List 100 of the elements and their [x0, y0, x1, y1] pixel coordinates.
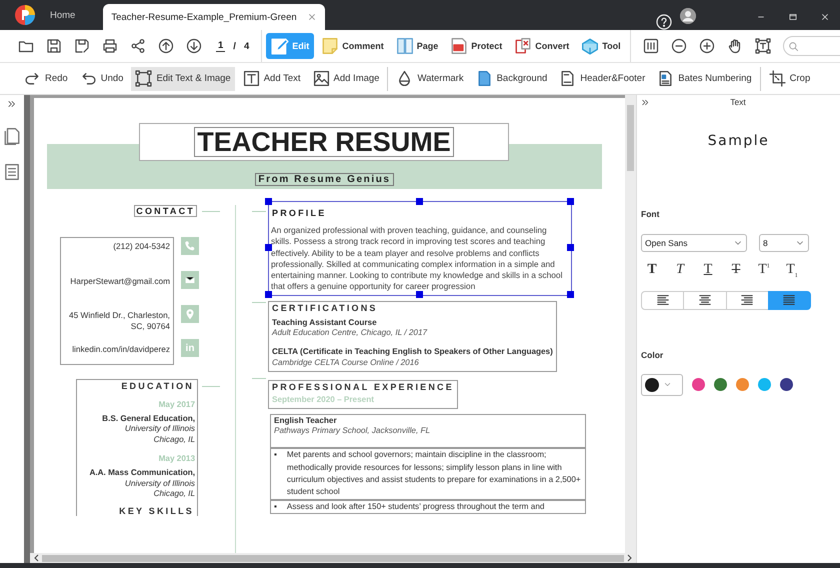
user-avatar[interactable]: [680, 8, 696, 24]
section-heading[interactable]: PROFILE: [271, 208, 328, 218]
font-size-dropdown[interactable]: 8: [759, 234, 809, 252]
document-tab[interactable]: Home: [42, 2, 84, 28]
document-tab[interactable]: Teacher-Resume-Example_Premium-Green: [103, 4, 325, 30]
section-heading[interactable]: CERTIFICATIONS: [272, 302, 378, 313]
resize-handle[interactable]: [567, 198, 574, 205]
align-button[interactable]: [683, 290, 726, 310]
certificate-detail[interactable]: Adult Education Centre, Chicago, IL / 2017: [272, 328, 553, 340]
toolbar-button[interactable]: Watermark: [392, 66, 468, 90]
zoom-in-icon[interactable]: [698, 38, 715, 54]
columns-icon[interactable]: [642, 38, 659, 54]
degree-text[interactable]: B.S. General Education,: [102, 414, 195, 424]
section-heading[interactable]: CONTACT: [134, 205, 197, 217]
text-style-button[interactable]: T: [729, 262, 743, 279]
job-bullet[interactable]: ▪ Assess and look after 150+ students’ progress throughout the term and: [270, 500, 586, 514]
contact-text[interactable]: 45 Winfield Dr., Charleston, SC, 90764: [69, 310, 170, 331]
color-swatch[interactable]: [714, 378, 727, 392]
font-preview: Sample: [708, 133, 770, 149]
resize-handle[interactable]: [416, 198, 423, 205]
color-swatch[interactable]: [736, 378, 749, 392]
contact-text[interactable]: linkedin.com/in/davidperez: [72, 344, 170, 354]
certificate-name[interactable]: Teaching Assistant Course: [272, 318, 553, 328]
list-icon[interactable]: [3, 163, 21, 181]
resume-title[interactable]: TEACHER RESUME: [194, 127, 454, 157]
mode-tab[interactable]: Comment: [316, 33, 389, 59]
align-button[interactable]: [726, 290, 769, 310]
section-heading[interactable]: EDUCATION: [120, 381, 195, 391]
resize-handle[interactable]: [265, 290, 272, 298]
color-swatch[interactable]: [780, 378, 793, 392]
color-swatch[interactable]: [758, 378, 771, 392]
resume-subtitle[interactable]: From Resume Genius: [255, 173, 394, 186]
scroll-right-icon[interactable]: [627, 554, 633, 562]
app-logo: [14, 4, 36, 26]
contact-text[interactable]: HarperStewart@gmail.com: [70, 276, 170, 286]
toolbar-button[interactable]: Add Text: [238, 66, 305, 90]
mode-tab[interactable]: Page: [390, 33, 444, 59]
job-bullet[interactable]: ▪ Met parents and school governors; maintain discipline in the classroom; methodically provide resources for lessons; simplify lesson plans in line with curriculum objectives and assist students to prepare for examinations in a 2,500+ student school: [270, 448, 586, 500]
redo-arrow-icon: [24, 70, 41, 87]
toolbar-button[interactable]: Header&Footer: [555, 66, 650, 90]
job-title[interactable]: English Teacher: [274, 416, 582, 426]
vertical-scrollbar[interactable]: [625, 95, 636, 553]
page-count: 4: [244, 40, 250, 52]
close-icon[interactable]: [820, 12, 830, 22]
school-text[interactable]: University of Illinois: [124, 478, 195, 490]
profile-text-block[interactable]: [268, 201, 572, 296]
share-icon[interactable]: [130, 38, 146, 54]
section-heading[interactable]: PROFESSIONAL EXPERIENCE: [272, 382, 454, 392]
certificate-name[interactable]: CELTA (Certificate in Teaching English to Speakers of Other Languages): [272, 347, 553, 358]
pages-icon[interactable]: [3, 127, 21, 145]
mode-tab[interactable]: Tool: [576, 33, 626, 59]
location-text[interactable]: Chicago, IL: [154, 434, 195, 446]
collapse-icon[interactable]: [641, 98, 650, 106]
collapse-icon[interactable]: [7, 99, 17, 109]
toolbar-button[interactable]: Crop: [764, 66, 814, 90]
school-text[interactable]: University of Illinois: [124, 424, 195, 435]
color-picker[interactable]: [641, 374, 683, 396]
text-style-button[interactable]: T: [645, 262, 659, 279]
resize-handle[interactable]: [416, 290, 423, 298]
resize-handle[interactable]: [265, 198, 272, 205]
save-icon[interactable]: [46, 38, 62, 54]
zoom-out-icon[interactable]: [670, 38, 687, 54]
degree-text[interactable]: A.A. Mass Communication,: [89, 468, 195, 479]
hand-icon[interactable]: [726, 38, 743, 54]
text-select-icon[interactable]: [754, 38, 771, 54]
font-label: Font: [641, 209, 660, 219]
mode-tab[interactable]: Convert: [509, 33, 574, 59]
toolbar-button[interactable]: Undo: [76, 66, 128, 90]
maximize-icon[interactable]: [788, 12, 798, 22]
align-button[interactable]: [768, 290, 811, 310]
font-family-dropdown[interactable]: Open Sans: [641, 234, 747, 252]
mode-tab[interactable]: Protect: [445, 33, 508, 59]
text-style-button[interactable]: T$_{1}$: [785, 262, 799, 279]
toolbar-button[interactable]: Bates Numbering: [653, 66, 756, 90]
header-footer-icon: [559, 70, 576, 87]
text-style-button[interactable]: T: [701, 262, 715, 279]
color-swatch[interactable]: [692, 378, 705, 392]
scroll-left-icon[interactable]: [33, 554, 39, 562]
resize-handle[interactable]: [567, 290, 574, 298]
save-as-icon[interactable]: [74, 38, 90, 54]
toolbar-button[interactable]: Background: [472, 66, 552, 90]
text-style-button[interactable]: T$^{1}$: [757, 262, 771, 279]
location-text[interactable]: Chicago, IL: [154, 489, 195, 500]
page-number-field[interactable]: 1: [216, 40, 226, 52]
section-heading[interactable]: KEY SKILLS: [118, 506, 195, 516]
toolbar-button[interactable]: Redo: [20, 66, 72, 90]
resize-handle[interactable]: [567, 244, 574, 252]
toolbar-button[interactable]: Edit Text & Image: [131, 66, 235, 90]
text-style-button[interactable]: T: [673, 262, 687, 279]
numbered-page-icon: [657, 70, 674, 87]
print-icon[interactable]: [102, 38, 118, 54]
align-button[interactable]: [641, 290, 684, 310]
horizontal-scrollbar[interactable]: [30, 553, 636, 563]
help-icon[interactable]: [656, 14, 672, 30]
contact-text[interactable]: (212) 204-5342: [113, 241, 170, 252]
profile-paragraph[interactable]: An organized professional with proven teaching, guidance, and counseling skills. Possess a strong track record in improving test scores and teaching effectively. Ability to be a team player and resolve problems and conflicts professionally. Skilled at communicating complex information in a simple and entertaining manner. Looking to contribute my knowledge and skills in a school that offers a genuine opportunity for career progression: [271, 225, 569, 293]
certificate-detail[interactable]: Cambridge CELTA Course Online / 2016: [272, 358, 553, 369]
job-location[interactable]: Pathways Primary School, Jacksonville, FL: [274, 426, 582, 438]
toolbar-button[interactable]: Add Image: [308, 66, 384, 90]
resize-handle[interactable]: [265, 244, 272, 252]
